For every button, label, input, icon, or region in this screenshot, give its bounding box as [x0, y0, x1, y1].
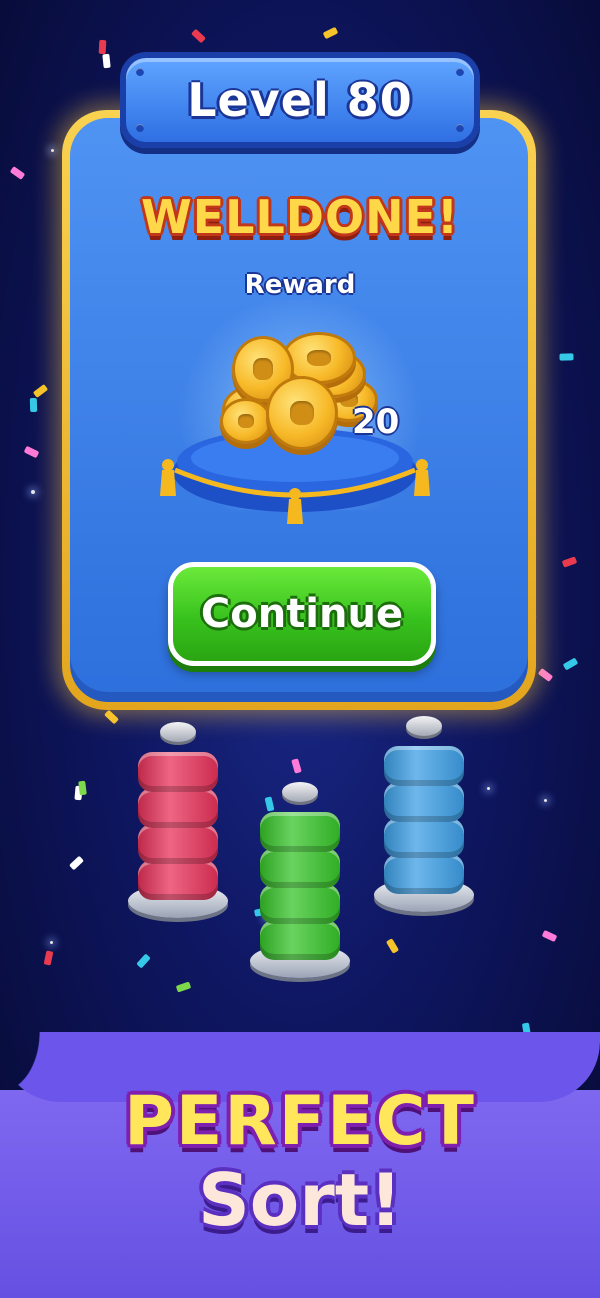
nut-icon: [138, 788, 218, 828]
nut-icon: [384, 746, 464, 786]
welldone-heading: WELLDONE!: [141, 190, 459, 244]
sparkle: [50, 941, 53, 944]
confetti-piece: [291, 758, 302, 774]
confetti-piece: [264, 796, 275, 812]
confetti-piece: [23, 445, 40, 459]
coin-icon: [220, 398, 272, 444]
nut-icon: [138, 824, 218, 864]
confetti-piece: [29, 397, 38, 413]
rivet-icon: [456, 68, 464, 76]
sparkle: [487, 787, 490, 790]
confetti-piece: [9, 166, 26, 180]
reward-amount: 20: [352, 402, 400, 442]
confetti-piece: [562, 657, 579, 671]
confetti-piece: [68, 855, 85, 871]
continue-label: Continue: [200, 591, 404, 637]
nut-icon: [260, 848, 340, 888]
sparkle: [544, 799, 547, 802]
nut-icon: [260, 920, 340, 960]
confetti-piece: [102, 53, 111, 69]
nut-icon: [384, 782, 464, 822]
reward-label: Reward: [244, 270, 356, 300]
confetti-piece: [136, 953, 151, 969]
nut-icon: [384, 818, 464, 858]
sparkle: [31, 490, 35, 494]
confetti-piece: [537, 667, 554, 683]
nut-icon: [260, 812, 340, 852]
confetti-piece: [190, 28, 207, 44]
banner-line-sort: Sort!: [197, 1158, 403, 1242]
nut-icon: [260, 884, 340, 924]
confetti-piece: [78, 780, 87, 796]
continue-button[interactable]: Continue: [168, 562, 436, 666]
confetti-piece: [385, 938, 400, 954]
confetti-piece: [322, 26, 339, 40]
level-title-plaque: Level 80: [120, 52, 480, 148]
confetti-piece: [559, 353, 574, 361]
bolt-cap: [160, 722, 196, 742]
confetti-piece: [103, 709, 120, 725]
banner-line-perfect: PERFECT: [124, 1082, 476, 1161]
rivet-icon: [456, 124, 464, 132]
sparkle: [51, 149, 54, 152]
bolt-cap: [282, 782, 318, 802]
confetti-piece: [98, 39, 107, 55]
confetti-piece: [32, 383, 49, 399]
nut-icon: [138, 860, 218, 900]
nut-icon: [138, 752, 218, 792]
confetti-piece: [43, 950, 54, 966]
game-scene: Level 80 WELLDONE! Reward 20 Continue PE…: [0, 0, 600, 1298]
coin-icon: [266, 376, 338, 450]
confetti-piece: [175, 981, 192, 993]
rivet-icon: [136, 124, 144, 132]
nut-icon: [384, 854, 464, 894]
rivet-icon: [136, 68, 144, 76]
level-title: Level 80: [187, 73, 413, 127]
bolt-cap: [406, 716, 442, 736]
confetti-piece: [561, 556, 578, 568]
confetti-piece: [541, 929, 558, 943]
